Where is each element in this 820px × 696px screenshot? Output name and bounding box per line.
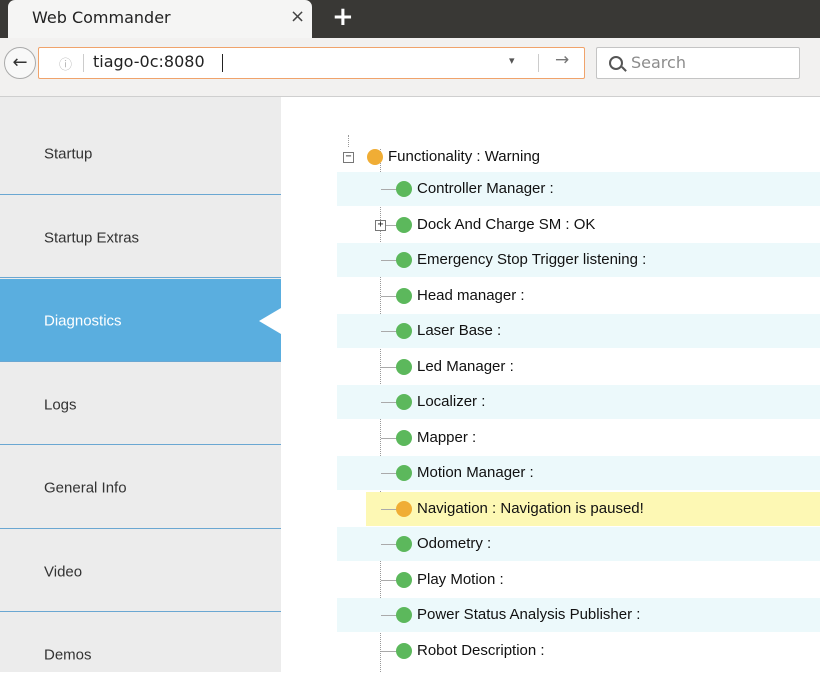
tree-node-label: Robot Description : — [417, 642, 545, 659]
tree-connector — [381, 367, 397, 368]
sidebar-item-label: Logs — [44, 396, 77, 413]
sidebar-item-label: Video — [44, 563, 83, 580]
status-ok-icon — [396, 217, 412, 233]
close-tab-icon[interactable]: × — [290, 6, 305, 27]
sidebar-divider — [0, 194, 281, 195]
back-arrow-icon: ← — [12, 52, 28, 73]
status-ok-icon — [396, 359, 412, 375]
status-ok-icon — [396, 607, 412, 623]
diagnostics-tree: − Functionality : Warning Controller Manag… — [281, 97, 820, 672]
sidebar-divider — [0, 277, 281, 278]
status-ok-icon — [396, 323, 412, 339]
sidebar-divider — [0, 361, 281, 362]
tree-node-label: Functionality : Warning — [388, 148, 541, 165]
sidebar-item-startup-extras[interactable]: Startup Extras — [0, 196, 281, 279]
go-arrow-icon[interactable]: → — [555, 50, 569, 70]
tree-connector — [381, 580, 397, 581]
sidebar-item-label: Startup — [44, 145, 93, 162]
url-bar[interactable]: ⓘ tiago-0c:8080 ▾ → — [38, 47, 585, 79]
tree-connector — [381, 544, 397, 545]
tree-node-label: Localizer : — [417, 393, 486, 410]
url-divider — [83, 54, 84, 72]
tree-connector — [381, 331, 397, 332]
sidebar-item-logs[interactable]: Logs — [0, 363, 281, 446]
tree-connector — [348, 135, 349, 147]
tree-connector — [381, 296, 397, 297]
tree-connector — [381, 402, 397, 403]
tab-bar: Web Commander × + — [0, 0, 820, 38]
collapse-icon[interactable]: − — [343, 152, 354, 163]
status-ok-icon — [396, 643, 412, 659]
tree-connector — [381, 438, 397, 439]
new-tab-icon[interactable]: + — [332, 2, 354, 32]
sidebar-item-general-info[interactable]: General Info — [0, 446, 281, 529]
status-ok-icon — [396, 288, 412, 304]
status-warning-icon — [367, 149, 383, 165]
status-ok-icon — [396, 252, 412, 268]
tree-connector — [381, 260, 397, 261]
sidebar-item-label: Diagnostics — [44, 312, 122, 329]
sidebar-item-diagnostics[interactable]: Diagnostics — [0, 279, 281, 362]
tree-node-label: Navigation : Navigation is paused! — [417, 500, 644, 517]
sidebar-item-label: General Info — [44, 479, 127, 496]
tree-node-label: Power Status Analysis Publisher : — [417, 606, 641, 623]
status-ok-icon — [396, 465, 412, 481]
sidebar-item-label: Demos — [44, 646, 92, 663]
sidebar: Startup Startup Extras Diagnostics Logs Gene… — [0, 97, 281, 672]
browser-tab[interactable]: Web Commander × — [8, 0, 312, 38]
tree-node-label: Motion Manager : — [417, 464, 534, 481]
url-divider — [538, 54, 539, 72]
tree-node-label: Play Motion : — [417, 571, 504, 588]
tree-node-label: Led Manager : — [417, 358, 514, 375]
tree-node-label: Laser Base : — [417, 322, 502, 339]
navigation-bar: ← ⓘ tiago-0c:8080 ▾ → Search — [0, 38, 820, 97]
status-ok-icon — [396, 394, 412, 410]
tree-connector — [381, 651, 397, 652]
tree-node-label: Head manager : — [417, 287, 525, 304]
tree-node-label: Dock And Charge SM : OK — [417, 216, 596, 233]
tree-node-label: Odometry : — [417, 535, 492, 552]
search-placeholder: Search — [631, 53, 686, 72]
sidebar-item-label: Startup Extras — [44, 229, 140, 246]
search-input[interactable]: Search — [596, 47, 800, 79]
tree-node-label: Mapper : — [417, 429, 477, 446]
tree-connector — [381, 189, 397, 190]
search-icon — [609, 56, 623, 70]
tree-connector — [381, 473, 397, 474]
text-cursor — [222, 54, 223, 72]
tree-connector — [381, 615, 397, 616]
back-button[interactable]: ← — [4, 47, 36, 79]
sidebar-divider — [0, 444, 281, 445]
tab-title: Web Commander — [32, 8, 171, 27]
sidebar-divider — [0, 611, 281, 612]
sidebar-item-startup[interactable]: Startup — [0, 112, 281, 195]
status-ok-icon — [396, 572, 412, 588]
url-input[interactable]: tiago-0c:8080 — [93, 52, 205, 71]
tree-node-label: Emergency Stop Trigger listening : — [417, 251, 647, 268]
status-ok-icon — [396, 181, 412, 197]
status-ok-icon — [396, 536, 412, 552]
sidebar-item-demos[interactable]: Demos — [0, 613, 281, 696]
status-ok-icon — [396, 430, 412, 446]
status-warning-icon — [396, 501, 412, 517]
expand-icon[interactable]: + — [375, 220, 386, 231]
tree-connector — [381, 509, 397, 510]
info-icon[interactable]: ⓘ — [59, 54, 72, 73]
url-dropdown-icon[interactable]: ▾ — [509, 54, 515, 67]
sidebar-item-video[interactable]: Video — [0, 530, 281, 613]
tree-node-label: Controller Manager : — [417, 180, 554, 197]
sidebar-divider — [0, 528, 281, 529]
